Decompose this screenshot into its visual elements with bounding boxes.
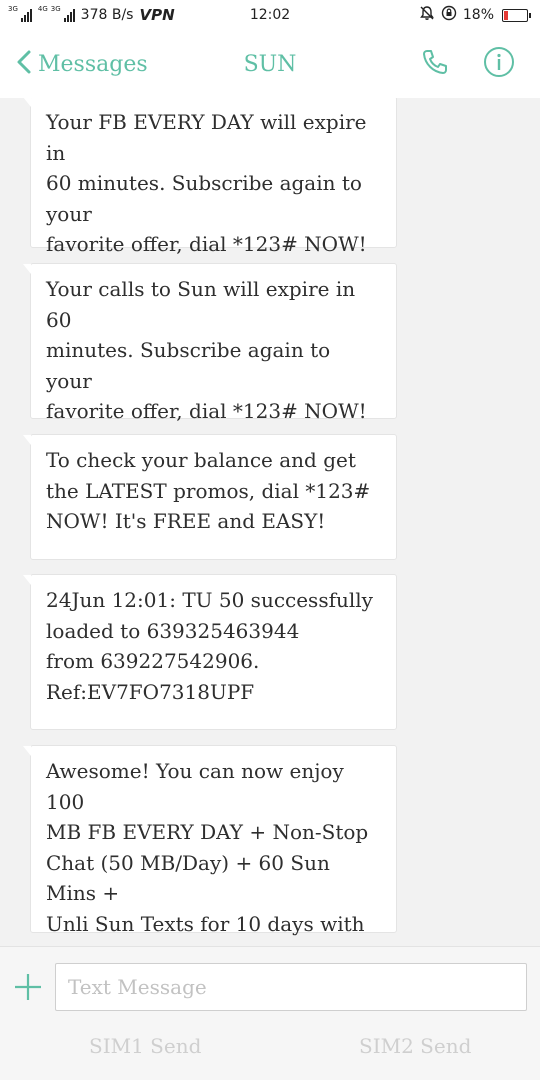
battery-icon [502, 8, 531, 22]
network-tag-1: 3G [8, 4, 18, 13]
alarm-off-icon [419, 5, 435, 25]
message-text: 24Jun 12:01: TU 50 successfully loaded t… [46, 588, 373, 704]
plus-icon [12, 974, 44, 1007]
sim2-send-button[interactable]: SIM2 Send [353, 1033, 477, 1059]
composer: SIM1 Send SIM2 Send [0, 946, 540, 1080]
message-input[interactable] [55, 963, 527, 1011]
status-left: 3G 4G 3G 378 B/s VPN [8, 4, 175, 24]
info-button[interactable] [482, 47, 516, 81]
status-bar: 3G 4G 3G 378 B/s VPN 12:02 18% [0, 0, 540, 30]
vpn-indicator: VPN [139, 6, 175, 24]
message-bubble[interactable]: 24Jun 12:01: TU 50 successfully loaded t… [23, 574, 397, 730]
sim1-send-button[interactable]: SIM1 Send [83, 1033, 207, 1059]
phone-icon [421, 48, 449, 80]
message-bubble[interactable]: To check your balance and get the LATEST… [23, 434, 397, 560]
info-icon [483, 46, 515, 82]
network-speed: 378 B/s [80, 7, 134, 23]
back-button[interactable]: Messages [14, 48, 148, 80]
message-text: To check your balance and get the LATEST… [46, 448, 371, 533]
add-attachment-button[interactable] [12, 971, 44, 1003]
message-text: Awesome! You can now enjoy 100 MB FB EVE… [46, 759, 369, 946]
signal-icon [20, 8, 32, 22]
message-bubble[interactable]: Your calls to Sun will expire in 60 minu… [23, 263, 397, 484]
network-tag-2: 4G [37, 4, 48, 13]
chevron-left-icon [14, 48, 34, 80]
battery-percent: 18% [462, 7, 494, 23]
message-bubble[interactable]: Awesome! You can now enjoy 100 MB FB EVE… [23, 745, 397, 946]
conversation-header: Messages SUN [0, 30, 540, 98]
status-right: 18% [419, 5, 531, 25]
rotation-lock-icon [441, 5, 457, 25]
back-label: Messages [38, 51, 148, 77]
call-button[interactable] [418, 47, 452, 81]
send-row: SIM1 Send SIM2 Send [0, 1033, 540, 1073]
header-actions [418, 30, 516, 98]
message-bubble[interactable]: Your FB EVERY DAY will expire in 60 minu… [23, 98, 397, 317]
message-thread[interactable]: Your FB EVERY DAY will expire in 60 minu… [0, 98, 540, 946]
signal-icon-2 [63, 8, 75, 22]
network-tag-3: 3G [50, 4, 61, 13]
